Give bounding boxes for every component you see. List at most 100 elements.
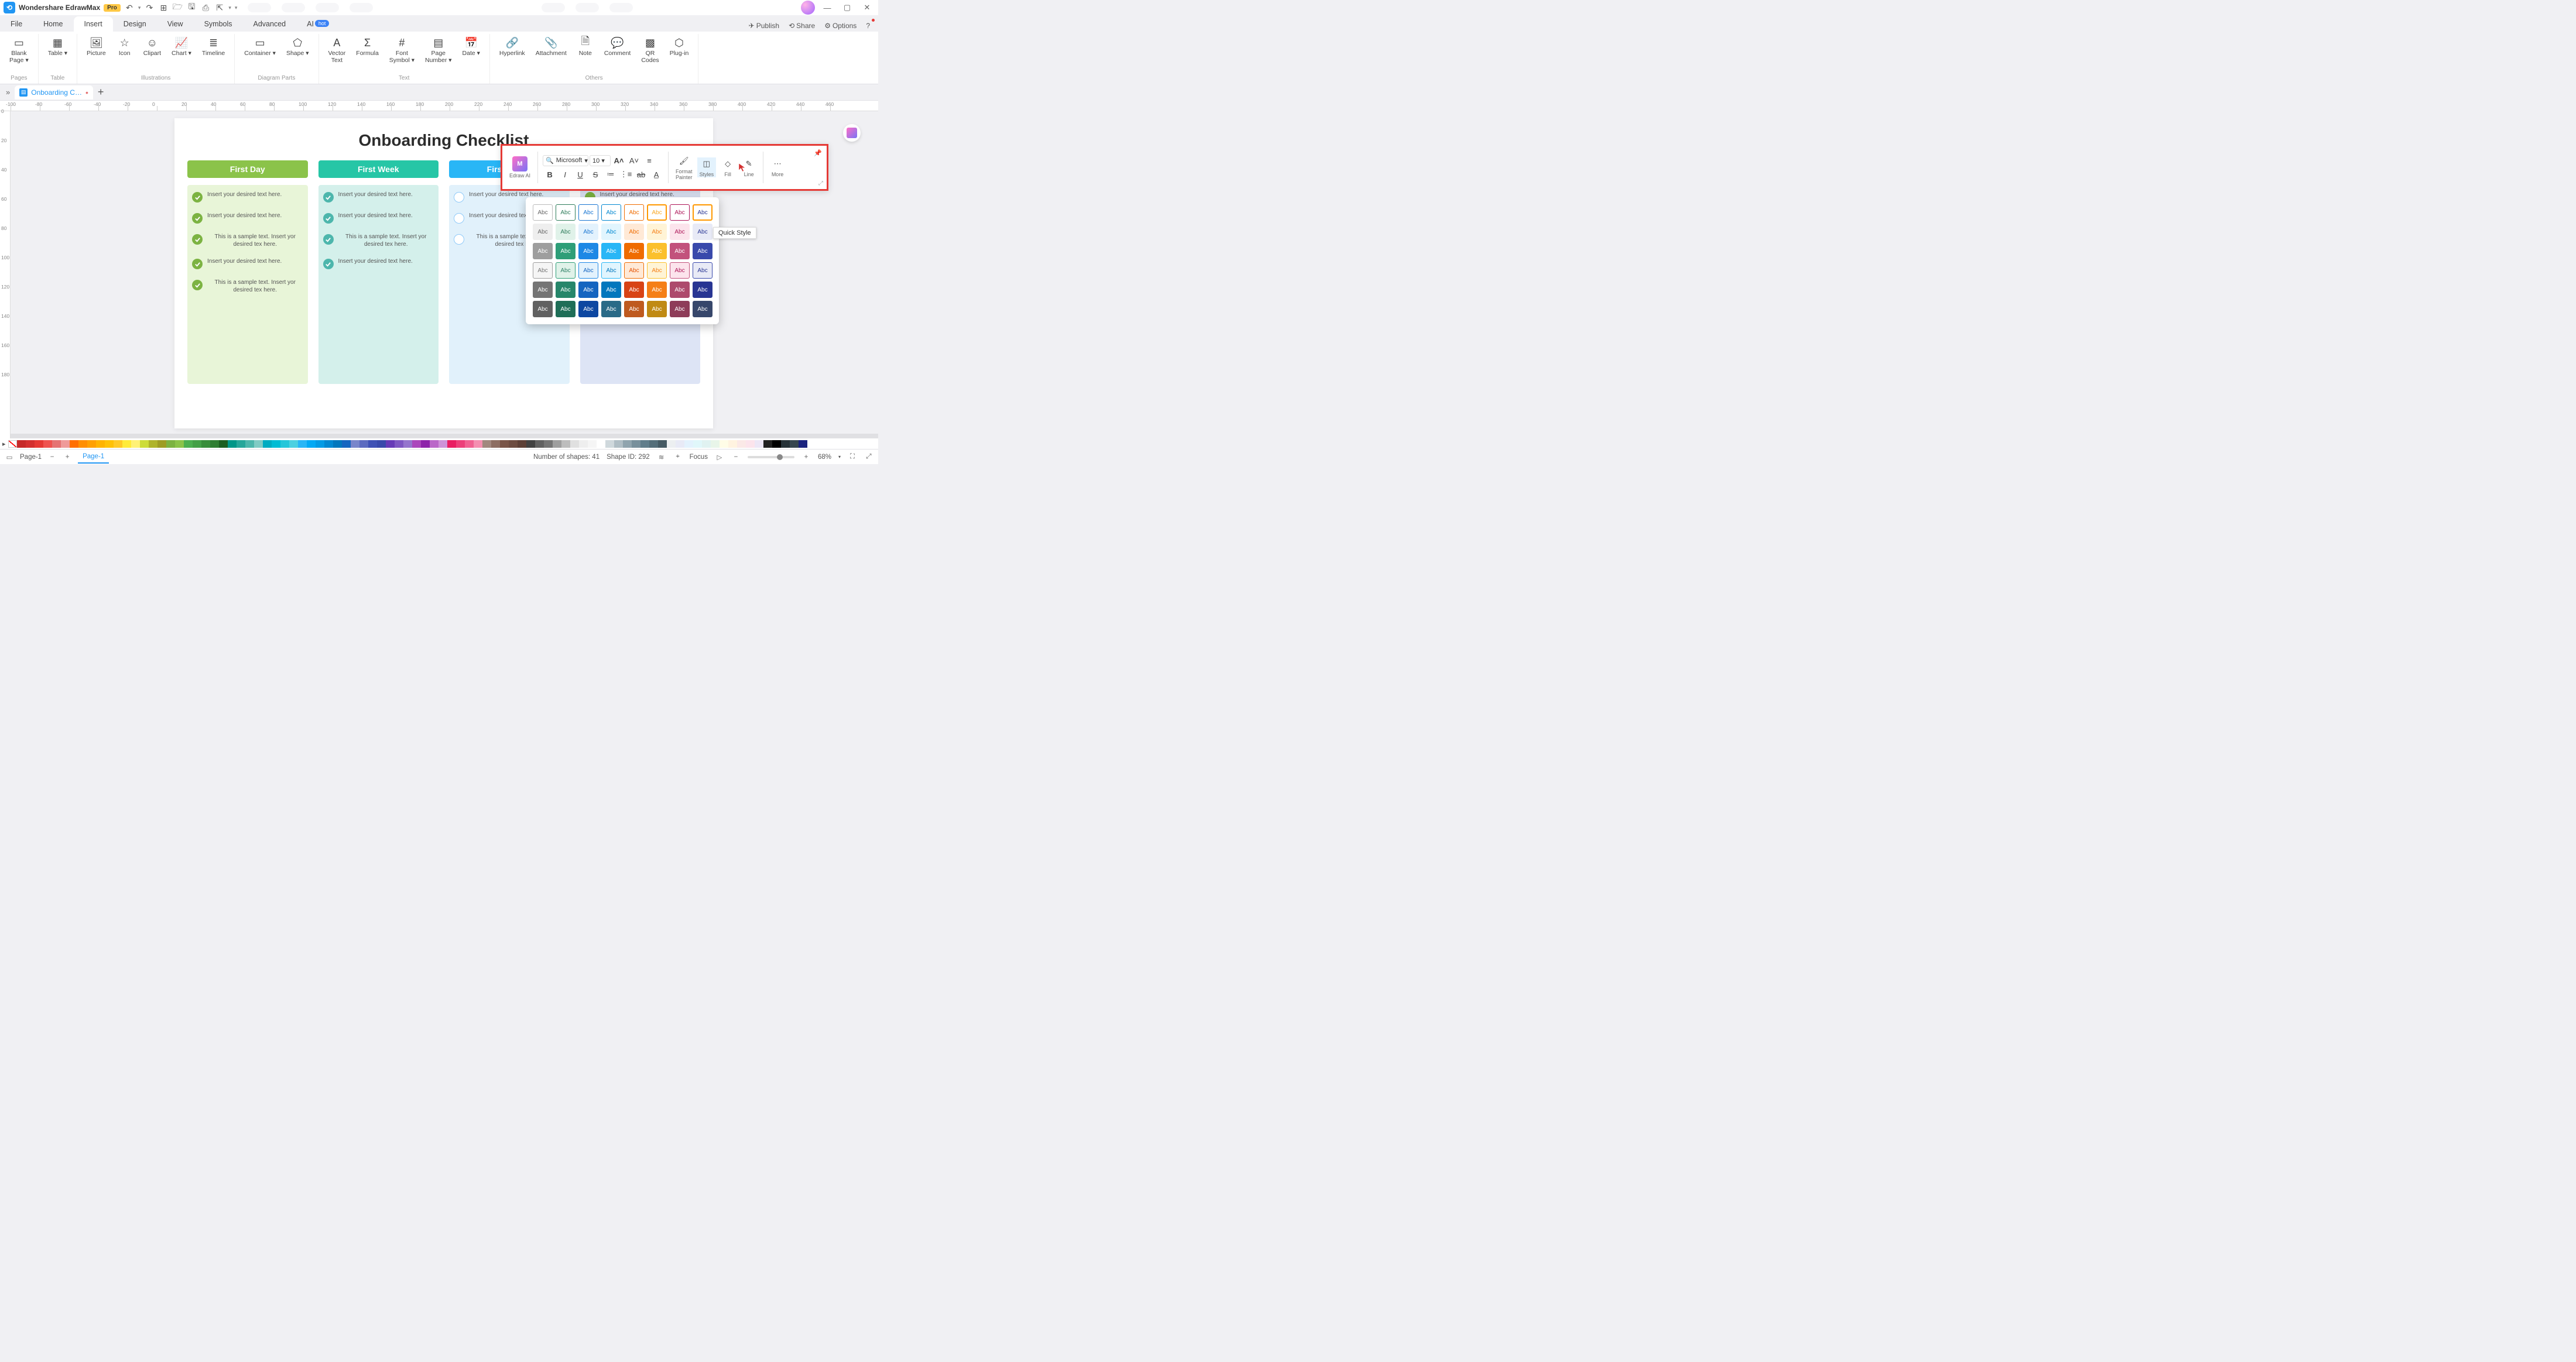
- more-qat-icon[interactable]: ▾: [235, 5, 238, 11]
- user-avatar[interactable]: [801, 1, 815, 15]
- checklist-item[interactable]: Insert your desired text here.: [192, 258, 303, 269]
- color-swatch[interactable]: [676, 440, 684, 448]
- save-icon[interactable]: 🖫: [186, 2, 197, 13]
- ribbon-note[interactable]: 🗎Note: [573, 35, 598, 65]
- quick-style-swatch[interactable]: Abc: [624, 204, 644, 221]
- color-swatch[interactable]: [702, 440, 711, 448]
- ribbon-plug-in[interactable]: ⬡Plug-in: [665, 35, 694, 65]
- color-swatch[interactable]: [799, 440, 807, 448]
- quick-style-swatch[interactable]: Abc: [601, 282, 621, 298]
- column-body[interactable]: Insert your desired text here. Insert you…: [187, 185, 308, 384]
- color-swatch[interactable]: [78, 440, 87, 448]
- more-button[interactable]: ⋯ More: [768, 157, 787, 177]
- color-swatch[interactable]: [254, 440, 263, 448]
- outline-view-icon[interactable]: ▭: [5, 452, 14, 462]
- color-swatch[interactable]: [403, 440, 412, 448]
- quick-style-swatch[interactable]: Abc: [578, 204, 598, 221]
- color-swatch[interactable]: [298, 440, 307, 448]
- next-page-icon[interactable]: +: [63, 452, 72, 462]
- color-swatch[interactable]: [658, 440, 667, 448]
- color-swatch[interactable]: [368, 440, 377, 448]
- quick-style-swatch[interactable]: Abc: [533, 224, 553, 240]
- layers-icon[interactable]: ≋: [657, 452, 666, 462]
- menu-ai[interactable]: AIhot: [296, 16, 340, 32]
- color-swatch[interactable]: [166, 440, 175, 448]
- publish-button[interactable]: ✈Publish: [745, 20, 783, 32]
- fit-page-icon[interactable]: ⛶: [848, 452, 857, 462]
- menu-advanced[interactable]: Advanced: [243, 16, 297, 32]
- checklist-item[interactable]: Insert your desired text here.: [192, 212, 303, 224]
- checklist-item[interactable]: Insert your desired text here.: [323, 258, 434, 269]
- font-size-selector[interactable]: 10 ▾: [590, 155, 611, 166]
- checklist-column[interactable]: First DayInsert your desired text here.I…: [187, 160, 308, 384]
- vertical-ruler[interactable]: 020406080100120140160180: [0, 111, 11, 438]
- color-swatch[interactable]: [87, 440, 96, 448]
- color-swatch[interactable]: [614, 440, 623, 448]
- color-swatch[interactable]: [553, 440, 561, 448]
- color-swatch[interactable]: [544, 440, 553, 448]
- numbered-list-button[interactable]: ≔: [604, 168, 618, 181]
- ribbon-formula[interactable]: ΣFormula: [351, 35, 383, 65]
- quick-style-swatch[interactable]: Abc: [556, 301, 576, 317]
- color-swatch[interactable]: [228, 440, 237, 448]
- quick-style-swatch[interactable]: Abc: [670, 204, 690, 221]
- quick-style-swatch[interactable]: Abc: [693, 282, 712, 298]
- color-swatch[interactable]: [245, 440, 254, 448]
- menu-home[interactable]: Home: [33, 16, 73, 32]
- options-button[interactable]: ⚙Options: [821, 20, 860, 32]
- pin-icon[interactable]: 📌: [814, 149, 822, 157]
- color-swatch[interactable]: [61, 440, 70, 448]
- quick-style-swatch[interactable]: Abc: [533, 204, 553, 221]
- styles-button[interactable]: ◫ Styles: [697, 157, 717, 177]
- color-swatch[interactable]: [105, 440, 114, 448]
- zoom-in-icon[interactable]: +: [801, 452, 811, 462]
- color-swatch[interactable]: [289, 440, 298, 448]
- checklist-item[interactable]: This is a sample text. Insert yor desire…: [192, 233, 303, 248]
- font-color-button[interactable]: A̲: [649, 168, 663, 181]
- font-selector[interactable]: 🔍Microsoft▾: [543, 155, 588, 166]
- color-swatch[interactable]: [772, 440, 781, 448]
- focus-target-icon[interactable]: ⌖: [673, 452, 683, 462]
- quick-style-swatch[interactable]: Abc: [533, 243, 553, 259]
- color-swatch[interactable]: [96, 440, 105, 448]
- color-swatch[interactable]: [640, 440, 649, 448]
- checklist-item[interactable]: This is a sample text. Insert yor desire…: [323, 233, 434, 248]
- checklist-item[interactable]: Insert your desired text here.: [323, 212, 434, 224]
- checklist-item[interactable]: Insert your desired text here.: [192, 191, 303, 203]
- color-swatch[interactable]: [201, 440, 210, 448]
- quick-style-swatch[interactable]: Abc: [533, 282, 553, 298]
- quick-style-swatch[interactable]: Abc: [533, 301, 553, 317]
- no-fill-swatch[interactable]: [8, 440, 17, 448]
- strike-button[interactable]: S: [588, 168, 602, 181]
- color-swatch[interactable]: [140, 440, 149, 448]
- quick-style-swatch[interactable]: Abc: [693, 262, 712, 279]
- color-swatch[interactable]: [219, 440, 228, 448]
- color-swatch[interactable]: [35, 440, 43, 448]
- color-swatch[interactable]: [26, 440, 35, 448]
- color-swatch[interactable]: [605, 440, 614, 448]
- quick-style-swatch[interactable]: Abc: [670, 301, 690, 317]
- focus-label[interactable]: Focus: [690, 454, 708, 461]
- close-button[interactable]: ✕: [859, 2, 875, 13]
- color-swatch[interactable]: [237, 440, 245, 448]
- undo-icon[interactable]: ↶: [124, 2, 135, 13]
- color-swatch[interactable]: [746, 440, 755, 448]
- minimize-button[interactable]: —: [820, 2, 835, 13]
- color-swatch[interactable]: [728, 440, 737, 448]
- quick-style-swatch[interactable]: Abc: [624, 243, 644, 259]
- color-swatch[interactable]: [210, 440, 219, 448]
- color-swatch[interactable]: [149, 440, 157, 448]
- format-painter-button[interactable]: 🖌 Format Painter: [673, 155, 695, 180]
- color-swatch[interactable]: [52, 440, 61, 448]
- horizontal-ruler[interactable]: -100-80-60-40-20020406080100120140160180…: [0, 101, 878, 111]
- quick-style-swatch[interactable]: Abc: [693, 204, 712, 221]
- color-swatch[interactable]: [790, 440, 799, 448]
- color-swatch[interactable]: [755, 440, 763, 448]
- ribbon-chart[interactable]: 📈Chart ▾: [167, 35, 196, 59]
- quick-style-swatch[interactable]: Abc: [647, 204, 667, 221]
- ribbon-table[interactable]: ▦Table ▾: [43, 35, 72, 59]
- share-button[interactable]: ⟲Share: [785, 20, 818, 32]
- column-header[interactable]: First Week: [318, 160, 439, 178]
- column-header[interactable]: First Day: [187, 160, 308, 178]
- quick-style-swatch[interactable]: Abc: [624, 262, 644, 279]
